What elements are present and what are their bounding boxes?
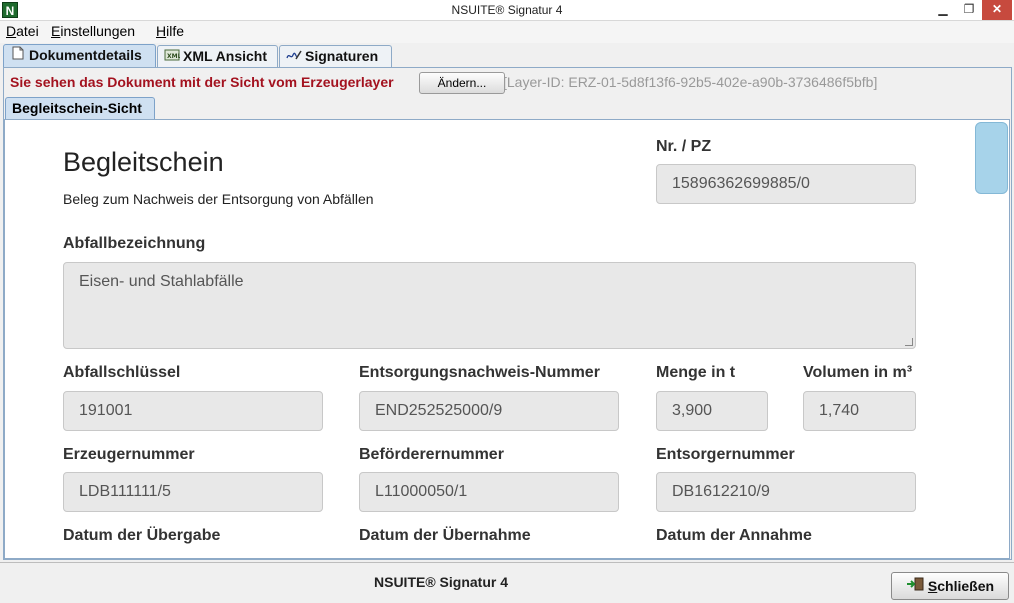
- entsorgungsnachweis-label: Entsorgungsnachweis-Nummer: [359, 364, 600, 381]
- entsorgungsnachweis-field[interactable]: END252525000/9: [359, 391, 619, 431]
- svg-text:XML: XML: [167, 53, 180, 60]
- menu-datei-mnemonic: D: [6, 23, 17, 39]
- tab-dokumentdetails-label: Dokumentdetails: [29, 47, 142, 63]
- menu-hilfe-label: ilfe: [166, 23, 185, 39]
- exit-door-icon: [906, 574, 924, 600]
- erzeugernummer-field[interactable]: LDB111111/5: [63, 472, 323, 512]
- menge-field[interactable]: 3,900: [656, 391, 768, 431]
- tab-xml-ansicht[interactable]: XML XML Ansicht: [157, 45, 278, 67]
- menge-label: Menge in t: [656, 364, 736, 381]
- window-title: NSUITE® Signatur 4: [451, 3, 563, 17]
- menu-datei-label: atei: [16, 23, 39, 39]
- nr-pz-label: Nr. / PZ: [656, 138, 712, 155]
- entsorgernummer-field[interactable]: DB1612210/9: [656, 472, 916, 512]
- title-bar: N NSUITE® Signatur 4 ▁ ❐ ✕: [0, 0, 1014, 21]
- datum-uebernahme-label: Datum der Übernahme: [359, 527, 531, 544]
- document-subtitle: Beleg zum Nachweis der Entsorgung von Ab…: [63, 191, 374, 207]
- schliessen-button[interactable]: Schließen: [891, 572, 1009, 600]
- abfallbezeichnung-label: Abfallbezeichnung: [63, 235, 206, 252]
- xml-icon: XML: [164, 47, 182, 67]
- abfallschluessel-field[interactable]: 191001: [63, 391, 323, 431]
- change-layer-button[interactable]: Ändern...: [419, 72, 505, 94]
- menu-hilfe-mnemonic: H: [156, 23, 167, 39]
- layer-id: [Layer-ID: ERZ-01-5d8f13f6-92b5-402e-a90…: [503, 74, 878, 90]
- resize-grip-icon[interactable]: [905, 338, 913, 346]
- nr-pz-field[interactable]: 15896362699885/0: [656, 164, 916, 204]
- datum-uebergabe-label: Datum der Übergabe: [63, 527, 221, 544]
- datum-annahme-label: Datum der Annahme: [656, 527, 812, 544]
- tab-signaturen-label: Signaturen: [305, 48, 379, 64]
- befoerderernummer-field[interactable]: L11000050/1: [359, 472, 619, 512]
- status-text: NSUITE® Signatur 4: [374, 574, 508, 590]
- menu-einstellungen-mnemonic: E: [51, 23, 61, 39]
- begleitschein-form: Begleitschein Beleg zum Nachweis der Ent…: [5, 120, 1009, 558]
- tab-dokumentdetails[interactable]: Dokumentdetails: [3, 44, 156, 67]
- document-view: Begleitschein Beleg zum Nachweis der Ent…: [4, 119, 1010, 559]
- tab-xml-ansicht-label: XML Ansicht: [183, 48, 268, 64]
- signature-icon: [286, 47, 302, 67]
- menu-einstellungen[interactable]: Einstellungen: [51, 23, 135, 39]
- erzeugernummer-label: Erzeugernummer: [63, 446, 195, 463]
- minimize-button[interactable]: ▁: [930, 0, 956, 20]
- document-title: Begleitschein: [63, 147, 224, 177]
- tab-begleitschein-sicht[interactable]: Begleitschein-Sicht: [5, 97, 155, 120]
- tab-signaturen[interactable]: Signaturen: [279, 45, 392, 67]
- close-window-button[interactable]: ✕: [982, 0, 1012, 20]
- maximize-button[interactable]: ❐: [956, 0, 982, 20]
- abfallschluessel-label: Abfallschlüssel: [63, 364, 181, 381]
- status-bar: NSUITE® Signatur 4 Schließen: [0, 562, 1014, 603]
- document-icon: [10, 46, 26, 66]
- layer-bar: Sie sehen das Dokument mit der Sicht vom…: [10, 72, 1010, 94]
- layer-message: Sie sehen das Dokument mit der Sicht vom…: [10, 74, 394, 90]
- abfallbezeichnung-value: Eisen- und Stahlabfälle: [79, 273, 244, 290]
- menu-bar: Datei Einstellungen Hilfe: [0, 21, 1014, 43]
- menu-datei[interactable]: Datei: [6, 23, 39, 39]
- volumen-label: Volumen in m³: [803, 364, 913, 381]
- volumen-field[interactable]: 1,740: [803, 391, 916, 431]
- befoerderernummer-label: Beförderernummer: [359, 446, 504, 463]
- schliessen-mnemonic: S: [927, 578, 938, 594]
- vertical-scrollbar-thumb[interactable]: [975, 122, 1008, 194]
- menu-einstellungen-label: instellungen: [60, 23, 136, 39]
- entsorgernummer-label: Entsorgernummer: [656, 446, 795, 463]
- abfallbezeichnung-field[interactable]: Eisen- und Stahlabfälle: [63, 262, 916, 349]
- menu-hilfe[interactable]: Hilfe: [156, 23, 184, 39]
- main-tabs: Dokumentdetails XML XML Ansicht Signatur…: [0, 43, 1014, 67]
- schliessen-label: chließen: [937, 578, 995, 594]
